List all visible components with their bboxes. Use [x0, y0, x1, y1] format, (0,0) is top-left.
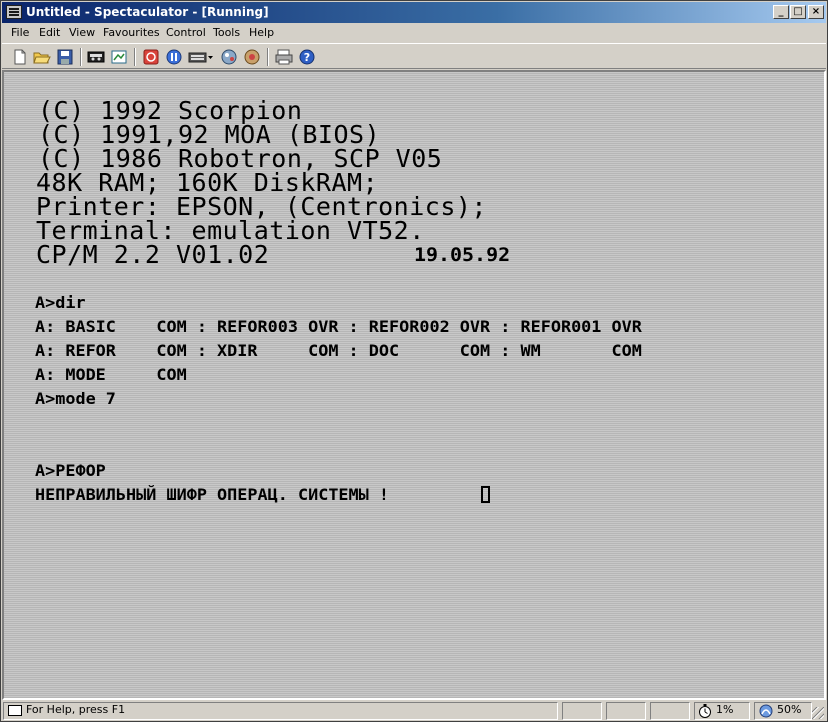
emulator-screen-frame: (C) 1992 Scorpion (C) 1991,92 MOA (BIOS)…	[2, 70, 826, 700]
menu-help[interactable]: Help	[249, 26, 274, 39]
status-bar: For Help, press F1 1% 50%	[2, 700, 826, 721]
status-panel	[650, 702, 690, 720]
sound-icon[interactable]	[243, 48, 261, 66]
save-icon[interactable]	[56, 48, 74, 66]
reset-icon[interactable]	[142, 48, 160, 66]
spectaculator-app-icon[interactable]	[6, 5, 22, 19]
toolbar-separator	[267, 48, 269, 66]
menu-view[interactable]: View	[69, 26, 95, 39]
minimize-button[interactable]: _	[773, 5, 789, 19]
joystick-icon[interactable]	[220, 48, 238, 66]
menu-file[interactable]: File	[11, 26, 29, 39]
pause-icon[interactable]	[165, 48, 183, 66]
snapshot-icon[interactable]	[110, 48, 128, 66]
help-icon[interactable]: ?	[298, 48, 316, 66]
toolbar-separator	[134, 48, 136, 66]
window-title: Untitled - Spectaculator - [Running]	[26, 5, 269, 19]
help-status-icon	[8, 705, 22, 716]
open-folder-icon[interactable]	[33, 48, 51, 66]
app-window: Untitled - Spectaculator - [Running] _ □…	[0, 0, 828, 722]
keyboard-icon[interactable]	[188, 48, 214, 66]
menu-control[interactable]: Control	[166, 26, 206, 39]
cpm-version-date: 19.05.92	[414, 244, 511, 266]
menu-favourites[interactable]: Favourites	[103, 26, 160, 39]
resize-grip[interactable]	[812, 707, 824, 719]
status-cpu-load: 1%	[716, 703, 734, 716]
svg-text:?: ?	[304, 51, 310, 64]
console-line: A: REFOR COM : XDIR COM : DOC COM : WM C…	[35, 341, 642, 360]
stopwatch-icon	[698, 704, 712, 721]
status-help-text: For Help, press F1	[26, 703, 126, 716]
emulator-screen[interactable]: (C) 1992 Scorpion (C) 1991,92 MOA (BIOS)…	[4, 72, 824, 698]
speed-icon	[759, 704, 773, 721]
status-panel	[562, 702, 602, 720]
cpm-version-title: CP/M 2.2 V01.02	[36, 240, 270, 269]
title-bar[interactable]: Untitled - Spectaculator - [Running] _ □…	[2, 2, 826, 23]
console-line: A>mode 7	[35, 389, 116, 408]
toolbar: ?	[2, 43, 826, 69]
close-button[interactable]: ×	[808, 5, 824, 19]
menu-edit[interactable]: Edit	[39, 26, 60, 39]
printer-icon[interactable]	[275, 48, 293, 66]
menu-tools[interactable]: Tools	[213, 26, 240, 39]
tape-icon[interactable]	[87, 48, 105, 66]
menu-bar: File Edit View Favourites Control Tools …	[2, 23, 826, 42]
maximize-button[interactable]: □	[790, 5, 806, 19]
console-error-line: НЕПРАВИЛЬНЫЙ ШИФР ОПЕРАЦ. СИСТЕМЫ !	[35, 485, 390, 504]
text-cursor	[481, 486, 490, 503]
status-panel	[606, 702, 646, 720]
console-line: A>dir	[35, 293, 86, 312]
toolbar-separator	[80, 48, 82, 66]
console-line: A: MODE COM	[35, 365, 187, 384]
console-line: A: BASIC COM : REFOR003 OVR : REFOR002 O…	[35, 317, 642, 336]
new-file-icon[interactable]	[11, 48, 29, 66]
console-line: A>РЕФОР	[35, 461, 106, 480]
status-speed: 50%	[777, 703, 802, 716]
